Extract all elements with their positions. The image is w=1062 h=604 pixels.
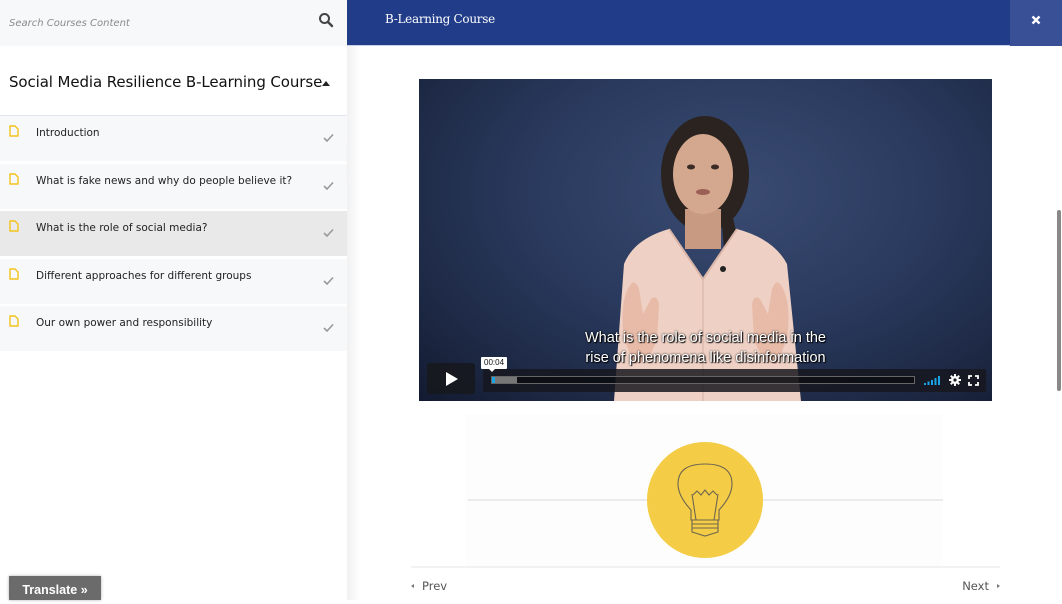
document-icon [9,315,19,327]
lesson-label: What is fake news and why do people beli… [36,174,293,187]
prev-button[interactable]: Prev [411,579,447,593]
lesson-label: Different approaches for different group… [36,269,252,282]
search-icon[interactable] [318,12,334,28]
lesson-content: What is the role of social media in the … [347,46,1062,600]
chevron-right-icon [997,583,1000,588]
lesson-item-own-power[interactable]: Our own power and responsibility [0,306,347,351]
search-input[interactable] [0,0,300,46]
lesson-item-role-of-social-media[interactable]: What is the role of social media? [0,211,347,256]
next-label: Next [962,579,989,593]
play-button[interactable] [427,363,475,394]
play-icon [446,372,458,386]
played-indicator [492,377,496,383]
collapse-caret-icon[interactable] [322,81,330,86]
top-header: B-Learning Course [347,0,1062,46]
course-section-header[interactable]: Social Media Resilience B-Learning Cours… [0,46,347,116]
subtitle-line-1: What is the role of social media in the [585,330,826,346]
lesson-label: Our own power and responsibility [36,317,213,329]
lightbulb-icon [677,463,733,537]
translate-button[interactable]: Translate » [9,576,101,600]
lesson-item-different-approaches[interactable]: Different approaches for different group… [0,258,347,304]
content-edge-shadow [347,46,361,600]
time-tooltip: 00:04 [481,357,508,372]
buffered-indicator [492,377,518,383]
lesson-list: Introduction What is fake news and why d… [0,116,347,354]
lesson-item-introduction[interactable]: Introduction [0,116,347,161]
close-icon [1031,15,1041,25]
check-icon [323,276,334,285]
document-icon [9,172,19,185]
lesson-illustration [466,414,943,566]
lightbulb-badge [647,442,763,558]
gear-icon[interactable] [949,374,961,386]
check-icon [323,181,334,190]
check-icon [323,133,334,142]
lesson-item-fake-news[interactable]: What is fake news and why do people beli… [0,163,347,209]
check-icon [323,323,334,332]
close-button[interactable] [1010,0,1062,46]
lesson-pager: Prev Next [411,566,1000,600]
lesson-label: What is the role of social media? [36,222,208,234]
fullscreen-icon[interactable] [968,375,979,386]
chevron-left-icon [411,583,414,588]
course-sidebar: Social Media Resilience B-Learning Cours… [0,0,347,600]
next-button[interactable]: Next [962,579,1000,593]
header-title: B-Learning Course [385,12,495,26]
video-controls-bar [483,369,986,392]
video-player[interactable]: What is the role of social media in the … [419,79,992,401]
prev-label: Prev [422,579,448,593]
lesson-label: Introduction [36,127,100,139]
volume-icon[interactable] [924,375,941,385]
check-icon [323,228,334,237]
search-bar [0,0,347,46]
course-title: Social Media Resilience B-Learning Cours… [9,73,323,91]
video-progress-bar[interactable] [491,376,915,384]
document-icon [9,267,19,280]
page-scrollbar[interactable] [1057,210,1061,391]
document-icon [9,125,19,137]
document-icon [9,220,19,232]
